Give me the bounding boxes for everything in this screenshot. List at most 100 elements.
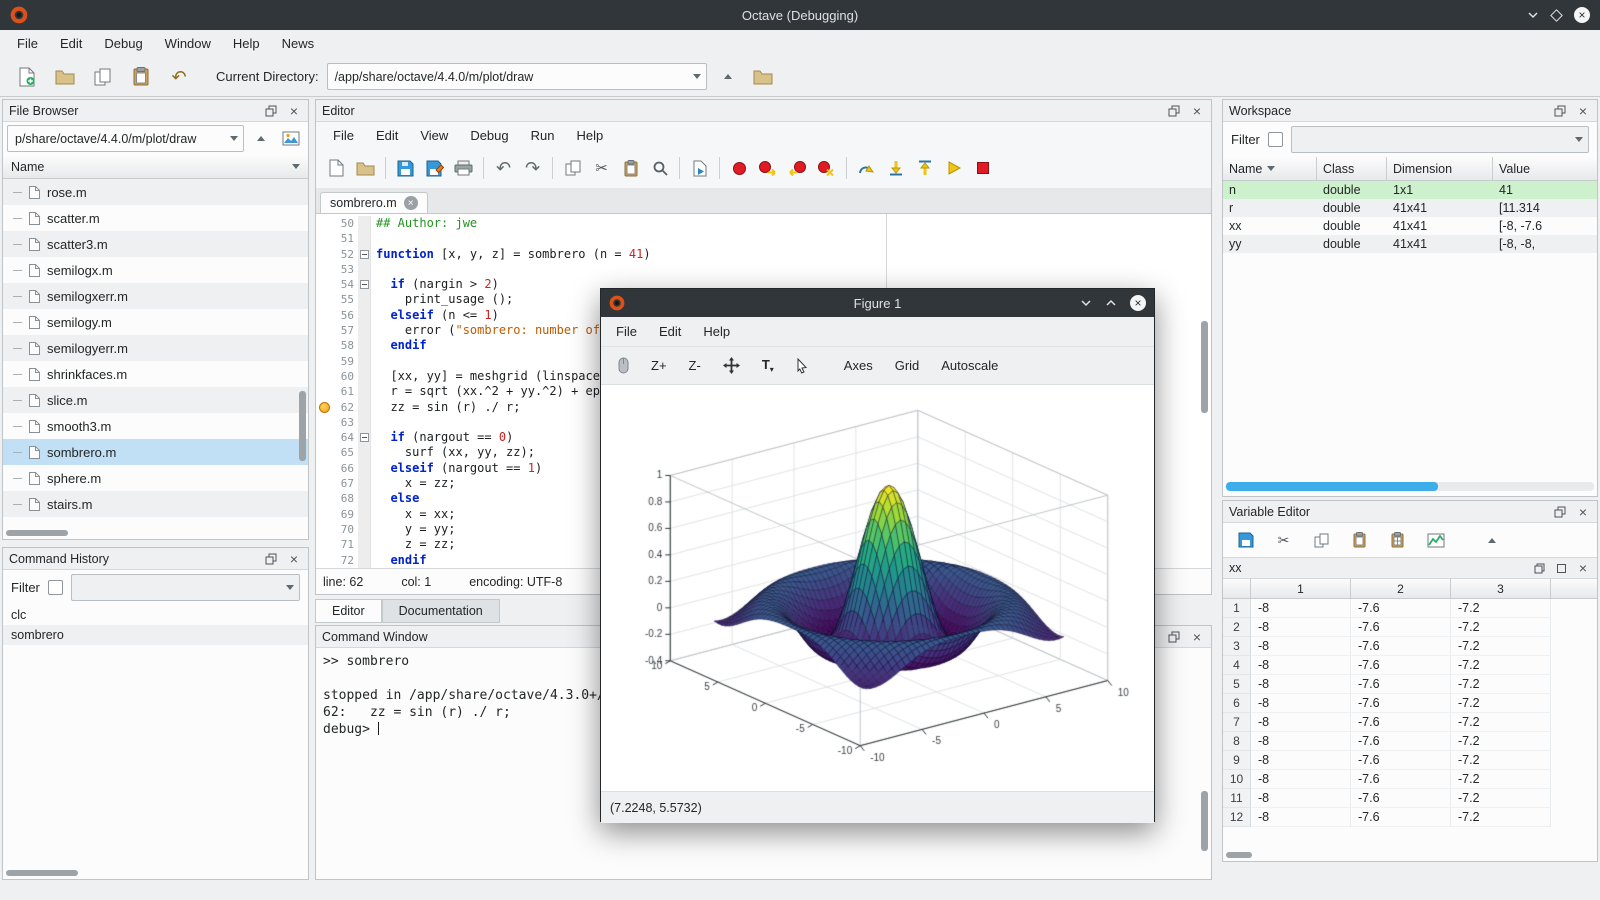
paste-button[interactable] xyxy=(1345,526,1374,555)
fold-margin[interactable] xyxy=(358,338,371,353)
undock-icon[interactable] xyxy=(263,551,279,567)
file-browser-path-combo[interactable]: p/share/octave/4.4.0/m/plot/draw xyxy=(7,125,244,152)
breakpoint-margin[interactable] xyxy=(316,476,332,491)
fold-margin[interactable] xyxy=(358,537,371,552)
ve-cell[interactable]: -7.6 xyxy=(1351,599,1451,618)
current-directory-combo[interactable]: /app/share/octave/4.4.0/m/plot/draw xyxy=(327,63,707,90)
column-header-value[interactable]: Value xyxy=(1493,157,1597,180)
history-item[interactable]: sombrero xyxy=(3,625,308,645)
menu-edit[interactable]: Edit xyxy=(49,32,93,55)
workspace-row[interactable]: ndouble1x141 xyxy=(1223,181,1597,199)
undock-icon[interactable] xyxy=(1531,560,1547,576)
breakpoint-margin[interactable] xyxy=(316,292,332,307)
ve-row-number[interactable]: 12 xyxy=(1223,808,1251,827)
copy-button[interactable] xyxy=(88,62,118,92)
copy-button[interactable] xyxy=(558,154,587,183)
variable-editor-header[interactable]: Variable Editor xyxy=(1223,501,1597,523)
file-row[interactable]: semilogxerr.m xyxy=(3,283,308,309)
fold-margin[interactable] xyxy=(358,277,371,292)
scrollbar-handle[interactable] xyxy=(6,870,78,876)
workspace-filter-combo[interactable] xyxy=(1291,126,1589,153)
paste-button[interactable] xyxy=(616,154,645,183)
fold-margin[interactable] xyxy=(358,231,371,246)
zoom-out-button[interactable]: Z- xyxy=(684,355,706,376)
variable-tab[interactable]: xx xyxy=(1223,557,1597,579)
file-row[interactable]: scatter.m xyxy=(3,205,308,231)
line-number[interactable]: 52 xyxy=(332,247,358,262)
workspace-row[interactable]: xxdouble41x41[-8, -7.6 xyxy=(1223,217,1597,235)
ve-cell[interactable]: -7.2 xyxy=(1451,808,1551,827)
paste-button[interactable] xyxy=(126,62,156,92)
line-number[interactable]: 63 xyxy=(332,415,358,430)
line-number[interactable]: 68 xyxy=(332,491,358,506)
ve-cell[interactable]: -8 xyxy=(1251,713,1351,732)
previous-breakpoint-button[interactable] xyxy=(783,154,812,183)
fold-margin[interactable] xyxy=(358,430,371,445)
line-number[interactable]: 61 xyxy=(332,384,358,399)
filter-checkbox[interactable] xyxy=(1268,132,1283,147)
workspace-header[interactable]: Workspace xyxy=(1223,100,1597,122)
fold-margin[interactable] xyxy=(358,415,371,430)
copy-button[interactable] xyxy=(1307,526,1336,555)
editor-menu-edit[interactable]: Edit xyxy=(365,124,409,147)
grid-button[interactable]: Grid xyxy=(890,355,925,376)
fold-margin[interactable] xyxy=(358,369,371,384)
breakpoint-margin[interactable] xyxy=(316,522,332,537)
fold-margin[interactable] xyxy=(358,308,371,323)
breakpoint-margin[interactable] xyxy=(316,537,332,552)
ve-cell[interactable]: -8 xyxy=(1251,675,1351,694)
close-icon[interactable] xyxy=(1575,103,1591,119)
text-tool-button[interactable]: T▾ xyxy=(757,354,779,377)
line-number[interactable]: 51 xyxy=(332,231,358,246)
fold-margin[interactable] xyxy=(358,262,371,277)
scrollbar-handle[interactable] xyxy=(1226,482,1438,491)
ve-row-number[interactable]: 4 xyxy=(1223,656,1251,675)
line-number[interactable]: 60 xyxy=(332,369,358,384)
editor-header[interactable]: Editor xyxy=(316,100,1211,122)
fold-margin[interactable] xyxy=(358,354,371,369)
ve-column-header[interactable]: 2 xyxy=(1351,579,1451,598)
float-icon[interactable] xyxy=(1553,560,1569,576)
close-icon[interactable] xyxy=(1575,504,1591,520)
redo-button[interactable]: ↷ xyxy=(518,154,547,183)
scrollbar-handle[interactable] xyxy=(6,530,68,536)
close-icon[interactable] xyxy=(286,103,302,119)
ve-cell[interactable]: -7.6 xyxy=(1351,656,1451,675)
breakpoint-margin[interactable] xyxy=(316,415,332,430)
fold-margin[interactable] xyxy=(358,491,371,506)
plot-variable-button[interactable] xyxy=(1421,526,1450,555)
line-number[interactable]: 62 xyxy=(332,400,358,415)
menu-help[interactable]: Help xyxy=(222,32,271,55)
window-shade-icon[interactable] xyxy=(1527,11,1539,19)
fold-margin[interactable] xyxy=(358,553,371,568)
ve-cell[interactable]: -8 xyxy=(1251,732,1351,751)
column-header-name[interactable]: Name xyxy=(1223,157,1317,180)
ve-cell[interactable]: -7.6 xyxy=(1351,751,1451,770)
ve-cell[interactable]: -7.2 xyxy=(1451,637,1551,656)
line-number[interactable]: 67 xyxy=(332,476,358,491)
tab-documentation[interactable]: Documentation xyxy=(382,599,500,623)
breakpoint-margin[interactable] xyxy=(316,445,332,460)
breakpoint-margin[interactable] xyxy=(316,354,332,369)
breakpoint-margin[interactable] xyxy=(316,369,332,384)
filter-checkbox[interactable] xyxy=(48,580,63,595)
file-row[interactable]: slice.m xyxy=(3,387,308,413)
file-row[interactable]: sombrero.m xyxy=(3,439,308,465)
ve-row-number[interactable]: 7 xyxy=(1223,713,1251,732)
ve-cell[interactable]: -7.2 xyxy=(1451,770,1551,789)
ve-cell[interactable]: -8 xyxy=(1251,694,1351,713)
file-row[interactable]: sphere.m xyxy=(3,465,308,491)
figure-window[interactable]: Figure 1 File Edit Help Z+ Z- T▾ Axes Gr… xyxy=(600,288,1155,822)
window-close-icon[interactable] xyxy=(1574,7,1590,23)
fold-margin[interactable] xyxy=(358,323,371,338)
history-filter-combo[interactable] xyxy=(71,574,300,601)
file-row[interactable]: rose.m xyxy=(3,179,308,205)
browse-directory-button[interactable] xyxy=(750,63,777,90)
save-button[interactable] xyxy=(391,154,420,183)
line-number[interactable]: 70 xyxy=(332,522,358,537)
next-breakpoint-button[interactable] xyxy=(754,154,783,183)
breakpoint-margin[interactable] xyxy=(316,216,332,231)
figure-menu-edit[interactable]: Edit xyxy=(648,320,692,343)
undo-button[interactable]: ↶ xyxy=(164,62,194,92)
undock-icon[interactable] xyxy=(1552,504,1568,520)
